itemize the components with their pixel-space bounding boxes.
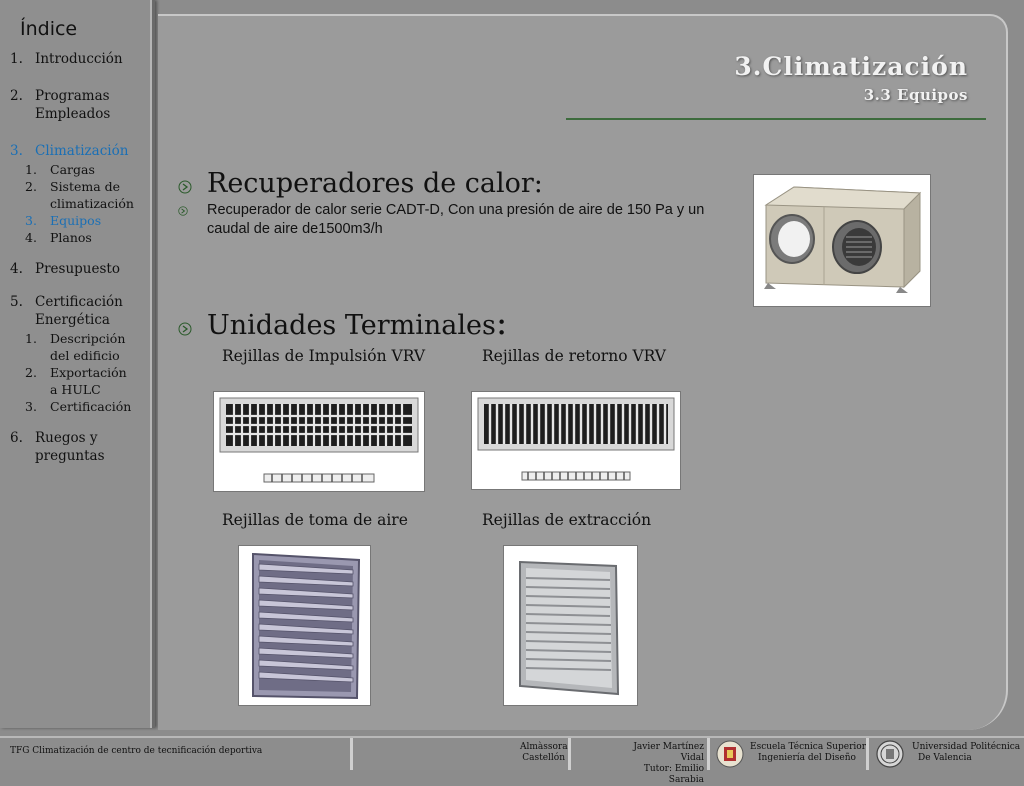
school-logo-icon: [716, 740, 744, 768]
toc-label: Climatización: [35, 143, 129, 159]
toc-item-presupuesto[interactable]: 4. Presupuesto: [10, 260, 150, 278]
title-underline: [566, 118, 986, 120]
toc-subitem-planos[interactable]: 4. Planos: [10, 229, 150, 246]
toc-item-certificacion[interactable]: 5. Certificación Energética: [10, 293, 150, 329]
toc-subitem-descripcion[interactable]: 1. Descripción del edificio: [10, 330, 150, 364]
index-title: Índice: [20, 18, 78, 40]
toc-label: Presupuesto: [35, 261, 120, 277]
toc-item-climatizacion[interactable]: 3. Climatización: [10, 142, 150, 160]
table-of-contents: 1. Introducción 2. Programas Empleados 3…: [10, 50, 150, 466]
label-toma-aire: Rejillas de toma de aire: [222, 511, 408, 529]
footer-bar: TFG Climatización de centro de tecnifica…: [0, 736, 1024, 785]
footer-university: Universidad Politécnica De Valencia: [912, 742, 1021, 763]
section-title: 3.Climatización: [734, 52, 968, 81]
toc-subitem-certificacion[interactable]: 3. Certificación: [10, 398, 150, 415]
label-impulsion: Rejillas de Impulsión VRV: [222, 347, 426, 365]
university-logo-icon: [876, 740, 904, 768]
toc-subitem-cargas[interactable]: 1. Cargas: [10, 161, 150, 178]
bullet-icon: [178, 180, 192, 194]
return-grille-image: [471, 391, 681, 490]
label-retorno: Rejillas de retorno VRV: [482, 347, 666, 365]
bullet-icon: [178, 322, 192, 336]
toc-subitem-equipos[interactable]: 3. Equipos: [10, 212, 150, 229]
toc-label: Programas Empleados: [35, 88, 111, 122]
supply-grille-image: [213, 391, 425, 492]
heat-recovery-unit-image: [753, 174, 931, 307]
toc-subitem-sistema[interactable]: 2. Sistema de climatización: [10, 178, 150, 212]
toc-item-introduccion[interactable]: 1. Introducción: [10, 50, 150, 68]
toc-item-ruegos[interactable]: 6. Ruegos y preguntas: [10, 429, 150, 465]
toc-subitem-exportacion[interactable]: 2. Exportación a HULC: [10, 364, 150, 398]
sidebar-index: Índice 1. Introducción 2. Programas Empl…: [0, 0, 155, 728]
section-subtitle: 3.3 Equipos: [863, 86, 968, 104]
toc-label: Introducción: [35, 51, 123, 67]
toc-label: Ruegos y preguntas: [35, 430, 105, 464]
recuperadores-heading: Recuperadores de calor:: [207, 168, 543, 199]
recuperadores-description: Recuperador de calor serie CADT-D, Con u…: [207, 202, 705, 237]
footer-location: Almàssora Castellón: [520, 742, 568, 763]
extraction-louver-image: [503, 545, 638, 706]
unidades-heading: Unidades Terminales:: [207, 303, 508, 343]
footer-author: Javier Martínez Vidal Tutor: Emilio Sara…: [633, 742, 704, 785]
air-intake-louver-image: [238, 545, 371, 706]
footer-project: TFG Climatización de centro de tecnifica…: [10, 746, 263, 756]
toc-item-programas[interactable]: 2. Programas Empleados: [10, 87, 150, 123]
toc-label: Certificación Energética: [35, 294, 123, 328]
sub-bullet-icon: [178, 206, 188, 216]
label-extraccion: Rejillas de extracción: [482, 511, 652, 529]
footer-school: Escuela Técnica Superior Ingeniería del …: [750, 742, 867, 763]
